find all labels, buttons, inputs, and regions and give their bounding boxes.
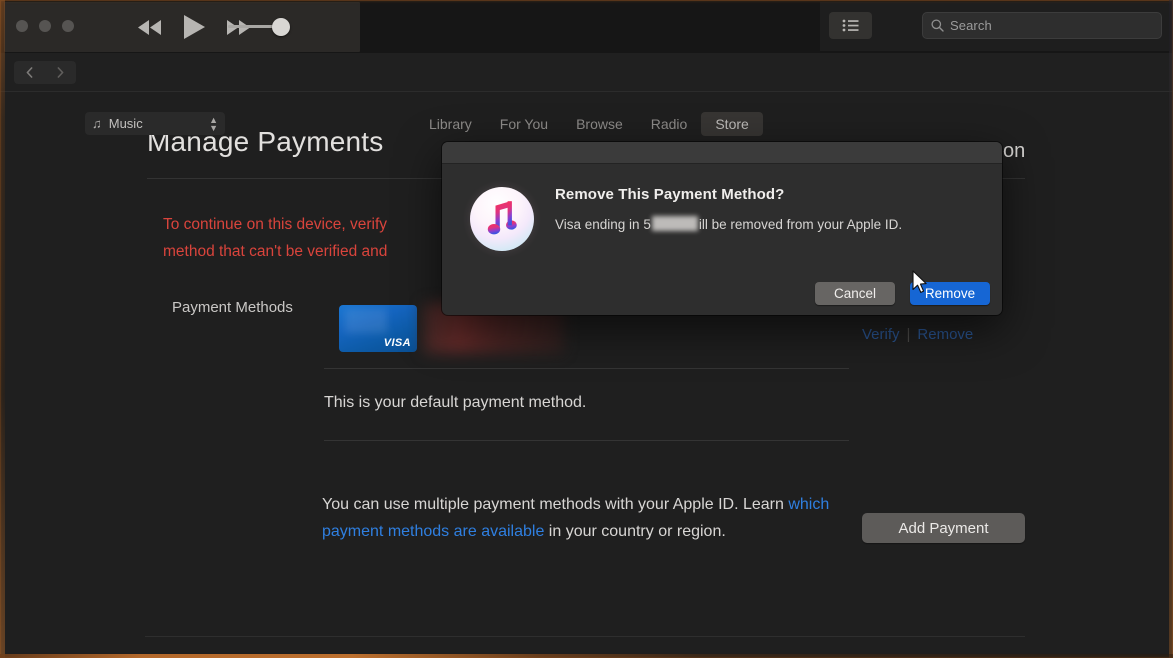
dialog-body-text: Visa ending in 5 ill be removed from your… <box>555 216 902 232</box>
traffic-lights <box>16 20 74 32</box>
search-placeholder: Search <box>950 18 992 33</box>
zoom-window-button[interactable] <box>62 20 74 32</box>
music-note-glyph <box>487 201 517 235</box>
dialog-button-row: Cancel Remove <box>815 282 990 305</box>
forward-button[interactable] <box>45 61 76 84</box>
itunes-app-icon <box>470 187 534 251</box>
divider-3 <box>145 636 1025 637</box>
multiple-methods-info: You can use multiple payment methods wit… <box>322 491 847 545</box>
verify-link[interactable]: Verify <box>862 326 900 343</box>
source-popup-label: Music <box>108 116 143 131</box>
payment-methods-label: Payment Methods <box>172 299 293 316</box>
previous-button[interactable] <box>128 10 172 44</box>
volume-knob[interactable] <box>272 18 290 36</box>
minimize-window-button[interactable] <box>39 20 51 32</box>
remove-link[interactable]: Remove <box>917 326 973 343</box>
nav-arrows <box>14 61 76 84</box>
play-icon <box>183 15 205 39</box>
chevron-right-icon <box>57 67 64 78</box>
info-text-part-1: You can use multiple payment methods wit… <box>322 496 789 513</box>
toolbar: Search <box>0 0 1173 53</box>
heading-right-fragment: on <box>1003 140 1026 162</box>
search-field[interactable]: Search <box>922 12 1162 39</box>
music-note-icon: ♫ <box>92 116 102 131</box>
dialog-body-suffix: ill be removed from your Apple ID. <box>698 217 903 232</box>
card-actions: Verify | Remove <box>862 326 973 343</box>
dialog-heading: Remove This Payment Method? <box>555 186 785 203</box>
search-icon <box>931 19 944 32</box>
actions-separator: | <box>906 326 911 343</box>
source-popup-button[interactable]: ♫ Music ▲ ▼ <box>85 112 225 135</box>
redacted-digits <box>651 216 698 231</box>
back-button[interactable] <box>14 61 45 84</box>
tab-library[interactable]: Library <box>415 112 486 136</box>
updown-chevron-icon: ▲ ▼ <box>209 114 218 133</box>
visa-logo: VISA <box>383 337 411 349</box>
remove-button[interactable]: Remove <box>910 282 990 305</box>
tab-store[interactable]: Store <box>701 112 763 136</box>
store-tabs: Library For You Browse Radio Store <box>415 112 763 136</box>
dialog-titlebar[interactable] <box>442 142 1002 164</box>
play-button[interactable] <box>172 10 216 44</box>
info-text-part-2: in your country or region. <box>544 523 726 540</box>
visa-card-thumbnail[interactable]: VISA <box>339 305 417 352</box>
card-sheen <box>345 309 387 333</box>
list-view-button[interactable] <box>829 12 872 39</box>
tab-for-you[interactable]: For You <box>486 112 562 136</box>
volume-slider[interactable] <box>228 18 302 36</box>
remove-payment-dialog: Remove This Payment Method? Visa ending … <box>442 142 1002 315</box>
navigation-bar: ♫ Music ▲ ▼ Library For You Browse Radio … <box>0 53 1173 136</box>
cancel-button[interactable]: Cancel <box>815 282 895 305</box>
divider-2 <box>324 440 849 441</box>
close-window-button[interactable] <box>16 20 28 32</box>
chevron-left-icon <box>26 67 33 78</box>
divider-1 <box>324 368 849 369</box>
tab-radio[interactable]: Radio <box>637 112 702 136</box>
tab-browse[interactable]: Browse <box>562 112 637 136</box>
dialog-body-prefix: Visa ending in 5 <box>555 217 651 232</box>
itunes-window: Search ♫ Music ▲ ▼ Library For You Brows… <box>0 0 1173 658</box>
rewind-icon <box>138 19 161 35</box>
add-payment-button[interactable]: Add Payment <box>862 513 1025 543</box>
list-view-icon <box>842 19 859 32</box>
default-payment-text: This is your default payment method. <box>324 394 587 411</box>
